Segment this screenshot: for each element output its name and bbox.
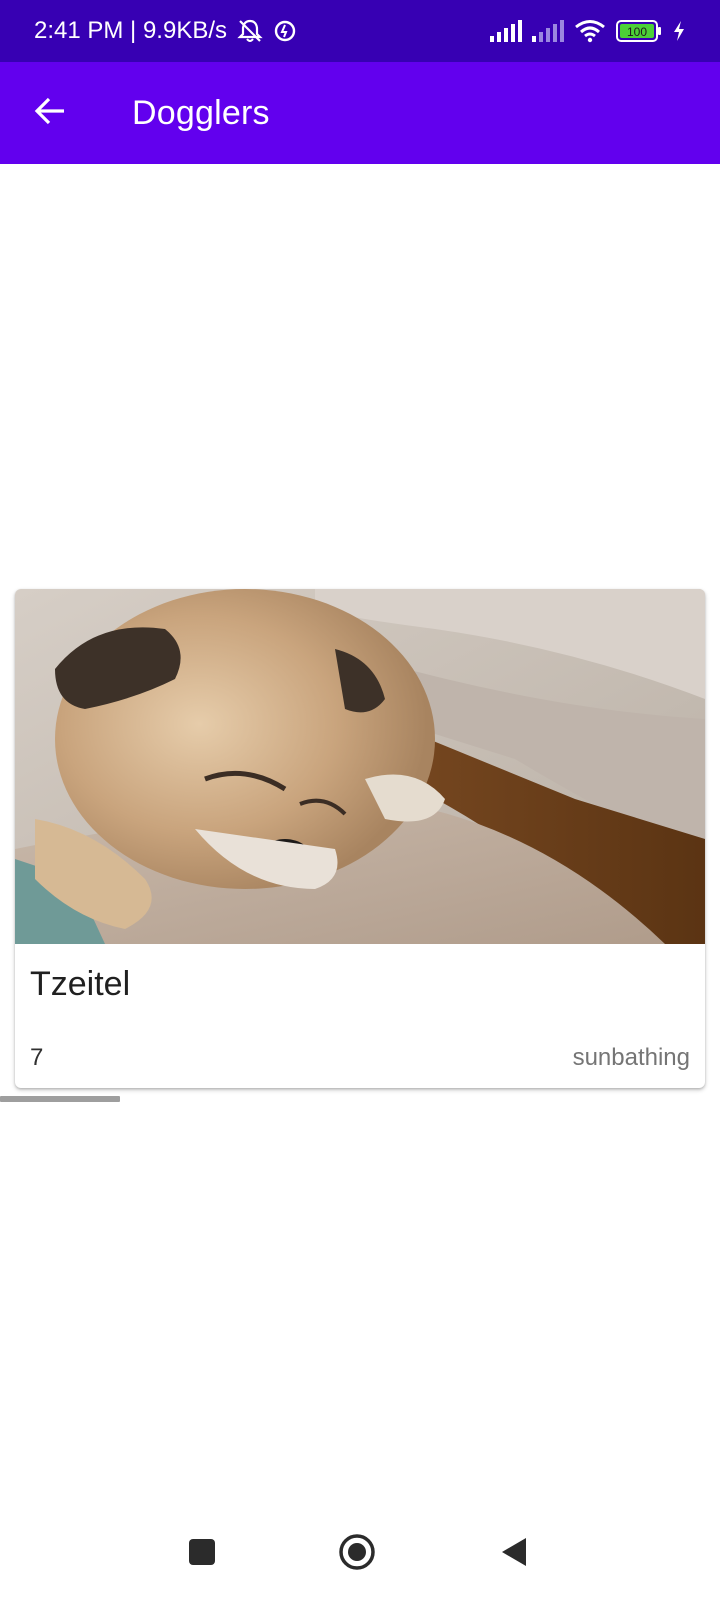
battery-icon: 100 <box>616 20 662 42</box>
status-right: 100 <box>490 19 686 43</box>
app-bar: Dogglers <box>0 62 720 164</box>
mute-notifications-icon <box>235 18 265 44</box>
dog-photo <box>15 589 705 944</box>
recent-apps-icon <box>188 1538 216 1571</box>
horizontal-scrollbar[interactable] <box>0 1096 120 1102</box>
status-time-speed: 2:41 PM | 9.9KB/s <box>34 17 227 44</box>
home-icon <box>338 1533 376 1576</box>
home-button[interactable] <box>327 1524 387 1584</box>
back-triangle-icon <box>500 1536 528 1573</box>
system-nav-bar <box>0 1510 720 1600</box>
signal-strength-icon <box>490 20 522 42</box>
status-left: 2:41 PM | 9.9KB/s <box>34 17 297 45</box>
signal-strength-secondary-icon <box>532 20 564 42</box>
page-title: Dogglers <box>132 93 270 132</box>
status-bar: 2:41 PM | 9.9KB/s 100 <box>0 0 720 62</box>
back-nav-button[interactable] <box>484 1524 544 1584</box>
battery-level-text: 100 <box>627 25 647 39</box>
recent-apps-button[interactable] <box>172 1524 232 1584</box>
dog-age: 7 <box>30 1044 44 1071</box>
back-button[interactable] <box>0 62 100 164</box>
dog-name: Tzeitel <box>30 965 131 1003</box>
data-saver-icon <box>273 19 297 43</box>
arrow-back-icon <box>34 96 66 131</box>
dog-card[interactable]: Tzeitel 7 sunbathing <box>15 589 705 1088</box>
wifi-icon <box>574 19 606 43</box>
charging-icon <box>672 20 686 42</box>
dog-hobby: sunbathing <box>572 1044 690 1071</box>
